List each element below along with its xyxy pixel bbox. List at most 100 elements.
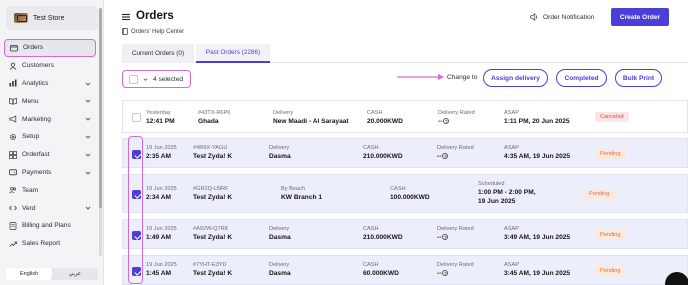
- order-date: 19 Jun 2025: [146, 145, 177, 151]
- schedule-date: 19 Jun 2025: [478, 198, 516, 205]
- help-circle-icon[interactable]: ?: [442, 234, 449, 241]
- customer-name: Test Zyda! K: [193, 194, 233, 201]
- sidebar: Test Store Orders Customers Analytics Me…: [0, 0, 104, 285]
- order-id: #GR2Q-U9RF: [193, 186, 229, 192]
- sidebar-scrollbar[interactable]: [99, 8, 102, 256]
- selected-count: 4 selected: [153, 75, 184, 83]
- order-notification-label: Order Notification: [543, 13, 595, 21]
- sidebar-item-orderfast[interactable]: Orderfast: [4, 146, 96, 164]
- sidebar-item-label: Analytics: [22, 79, 49, 87]
- order-id: #43TX-R6P6: [198, 110, 231, 116]
- payment-method: CASH: [363, 145, 379, 151]
- sidebar-item-customers[interactable]: Customers: [4, 57, 96, 75]
- completed-button[interactable]: Completed: [556, 69, 607, 87]
- store-switcher[interactable]: Test Store: [6, 6, 98, 30]
- chevron-down-icon: [85, 171, 91, 175]
- change-to-label: Change to: [447, 74, 478, 81]
- chat-bubble-button[interactable]: [665, 272, 688, 285]
- table-row[interactable]: 19 Jun 2025 2:34 AM #GR2Q-U9RF Test Zyda…: [122, 174, 688, 213]
- order-id: #4R9X-YAGU: [193, 145, 228, 151]
- sidebar-item-payments[interactable]: Payments: [4, 164, 96, 182]
- orders-icon: [10, 44, 18, 52]
- sidebar-item-label: Team: [22, 186, 39, 194]
- hamburger-menu-icon[interactable]: [121, 12, 131, 22]
- select-all-checkbox[interactable]: [129, 74, 138, 84]
- delivery-area: New Maadi - Al Sarayaat: [273, 118, 349, 125]
- language-arabic[interactable]: عربي: [52, 268, 98, 280]
- sidebar-item-sales-report[interactable]: Sales Report: [4, 235, 96, 253]
- sidebar-item-setup[interactable]: Setup: [4, 128, 96, 146]
- order-time: 1:49 AM: [146, 234, 172, 241]
- tab-current-orders[interactable]: Current Orders (0): [122, 44, 194, 63]
- sidebar-item-label: Sales Report: [22, 240, 61, 248]
- table-row[interactable]: 19 Jun 2025 1:49 AM #A92W-Q7R8 Test Zyda…: [122, 219, 688, 249]
- customer-name: Test Zyda! K: [193, 270, 233, 277]
- order-id: #7YHT-E3YD: [193, 262, 227, 268]
- customer-name: Ghada: [198, 118, 219, 125]
- gear-icon: [9, 133, 17, 141]
- menu-book-icon: [9, 97, 17, 105]
- schedule-type: ASAP: [504, 145, 519, 151]
- schedule-time: 3:49 AM, 19 Jun 2025: [504, 234, 571, 241]
- language-switcher: English عربي: [6, 268, 98, 280]
- customer-name: Test Zyda! K: [193, 234, 233, 241]
- orders-tabs: Current Orders (0) Past Orders (2286): [122, 44, 688, 63]
- sidebar-item-menu[interactable]: Menu: [4, 92, 96, 110]
- bulk-print-button[interactable]: Bulk Print: [615, 69, 662, 87]
- order-amount: 60.000KWD: [363, 270, 399, 277]
- tab-past-orders[interactable]: Past Orders (2286): [196, 44, 270, 63]
- sidebar-item-marketing[interactable]: Marketing: [4, 110, 96, 128]
- sidebar-item-team[interactable]: Team: [4, 181, 96, 199]
- customer-name: Test Zyda! K: [193, 153, 233, 160]
- branch-name: KW Branch 1: [281, 194, 323, 201]
- order-time: 12:41 PM: [146, 118, 175, 125]
- help-center-link[interactable]: Orders' Help Center: [122, 28, 184, 35]
- language-english[interactable]: English: [6, 268, 52, 280]
- order-amount: 100.000KWD: [390, 194, 430, 201]
- delivery-area: Dasma: [269, 153, 291, 160]
- table-row[interactable]: 19 Jun 2025 1:45 AM #7YHT-E3YD Test Zyda…: [122, 255, 688, 285]
- delivery-rated-label: Delivery Rated: [437, 262, 474, 268]
- book-icon: [122, 28, 128, 35]
- table-row[interactable]: Yesterday 12:41 PM #43TX-R6P6 Ghada Deli…: [122, 100, 688, 133]
- status-badge: Pending: [595, 149, 626, 159]
- create-order-button[interactable]: Create Order: [611, 8, 669, 26]
- fulfillment-type: Delivery: [269, 262, 290, 268]
- schedule-type: ASAP: [504, 226, 519, 232]
- sidebar-item-analytics[interactable]: Analytics: [4, 75, 96, 93]
- chevron-down-icon[interactable]: [142, 76, 149, 83]
- row-checkbox[interactable]: [132, 113, 141, 122]
- sidebar-item-orders[interactable]: Orders: [4, 39, 96, 57]
- order-amount: 20.000KWD: [367, 118, 403, 125]
- bulk-select-dropdown[interactable]: 4 selected: [122, 70, 191, 88]
- help-circle-icon[interactable]: ?: [442, 270, 449, 277]
- fulfillment-type: Delivery: [273, 110, 294, 116]
- store-name: Test Store: [33, 14, 65, 22]
- payment-method: CASH: [363, 262, 379, 268]
- help-circle-icon[interactable]: ?: [442, 153, 449, 160]
- order-date: 19 Jun 2025: [146, 186, 177, 192]
- sidebar-item-verd[interactable]: Verd: [4, 199, 96, 217]
- delivery-area: Dasma: [269, 270, 291, 277]
- sidebar-scrollbar-thumb[interactable]: [99, 8, 102, 208]
- assign-delivery-button[interactable]: Assign delivery: [483, 69, 548, 87]
- schedule-time: 1:11 PM, 20 Jun 2025: [504, 118, 570, 125]
- order-date: Yesterday: [146, 110, 171, 116]
- help-circle-icon[interactable]: ?: [443, 118, 450, 125]
- billing-icon: [9, 222, 17, 230]
- sidebar-item-label: Setup: [22, 133, 40, 141]
- status-badge: Pending: [595, 230, 626, 240]
- order-amount: 210.000KWD: [363, 153, 403, 160]
- delivery-rated-label: Delivery Rated: [437, 226, 474, 232]
- delivery-rated-value: --?: [437, 270, 449, 277]
- chevron-down-icon: [85, 117, 91, 121]
- chevron-down-icon: [85, 206, 91, 210]
- sidebar-item-billing[interactable]: Billing and Plans: [4, 217, 96, 235]
- schedule-time: 3:45 AM, 19 Jun 2025: [504, 270, 571, 277]
- table-row[interactable]: 19 Jun 2025 2:35 AM #4R9X-YAGU Test Zyda…: [122, 138, 688, 168]
- sidebar-item-label: Marketing: [22, 115, 51, 123]
- wallet-icon: [9, 168, 17, 176]
- order-id: #A92W-Q7R8: [193, 226, 228, 232]
- order-notification-button[interactable]: Order Notification: [530, 13, 594, 21]
- sidebar-item-label: Customers: [22, 62, 54, 70]
